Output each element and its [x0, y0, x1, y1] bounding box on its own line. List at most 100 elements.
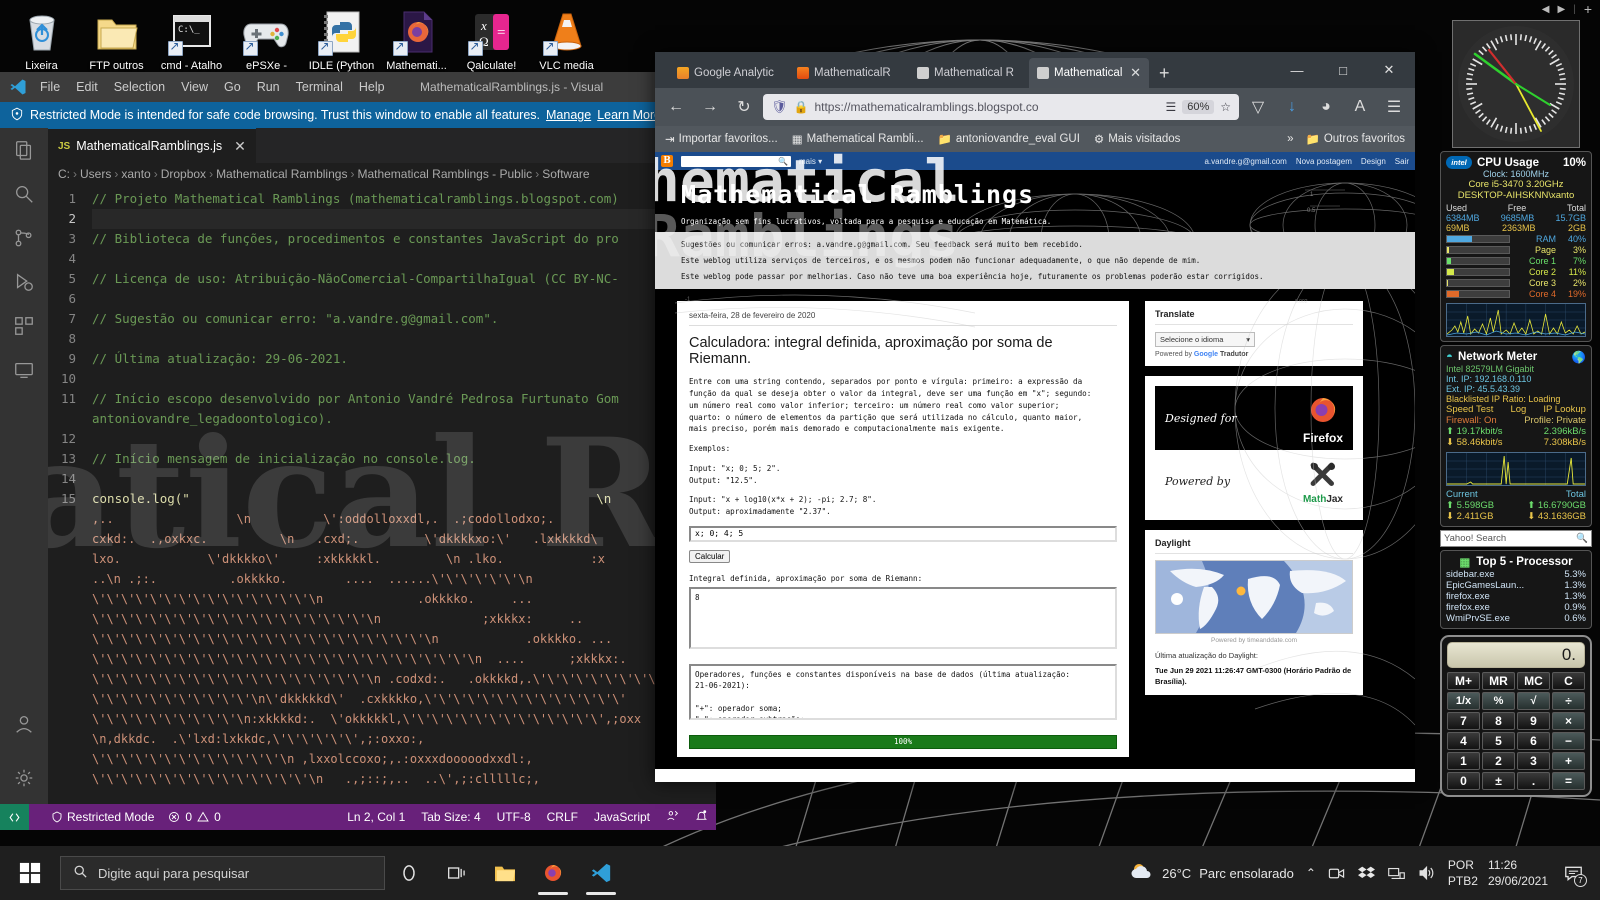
calculator-key-2[interactable]: 2 — [1482, 752, 1515, 770]
address-bar-url[interactable]: https://mathematicalramblings.blogspot.c… — [814, 100, 1159, 114]
file-explorer-icon[interactable] — [481, 849, 529, 897]
status-cursor-position[interactable]: Ln 2, Col 1 — [347, 810, 405, 824]
manage-trust-link[interactable]: Manage — [546, 108, 591, 122]
calculator-key-3[interactable]: 3 — [1517, 752, 1550, 770]
firefox-icon[interactable] — [529, 849, 577, 897]
calculator-key-1[interactable]: 1 — [1447, 752, 1480, 770]
desktop-icon-cmd[interactable]: C:\_ cmd - Atalho — [154, 4, 229, 72]
cpu-usage-gadget[interactable]: intel CPU Usage 10% Clock: 1600MHz Core … — [1440, 151, 1592, 342]
settings-gear-icon[interactable] — [10, 764, 38, 792]
firefox-tab-google-analytics[interactable]: Google Analytic — [669, 58, 789, 88]
calculator-key-[interactable]: − — [1552, 732, 1585, 750]
speed-test-link[interactable]: Speed Test — [1446, 404, 1493, 415]
vscode-window[interactable]: File Edit Selection View Go Run Terminal… — [0, 72, 716, 830]
blogger-account-area[interactable]: a.vandre.g@gmail.com Nova postagem Desig… — [1204, 157, 1409, 166]
code-line[interactable]: 7// Sugestão ou comunicar erro: "a.vandr… — [48, 309, 716, 329]
desktop-icon-recycle-bin[interactable]: Lixeira — [4, 4, 79, 72]
reader-mode-icon[interactable]: ☰ — [1165, 100, 1176, 114]
status-eol[interactable]: CRLF — [547, 810, 578, 824]
blogger-search-input[interactable]: 🔍 — [681, 156, 791, 167]
calculator-key-0[interactable]: 0 — [1447, 772, 1480, 790]
tray-expand-chevron-icon[interactable]: ⌃ — [1306, 866, 1316, 880]
breadcrumb-item[interactable]: Dropbox — [161, 167, 206, 181]
calculator-key-4[interactable]: 4 — [1447, 732, 1480, 750]
calculator-keypad[interactable]: M+MRMCC1/x%√÷789×456−123+0±.= — [1447, 672, 1585, 790]
task-view-icon[interactable] — [433, 849, 481, 897]
calculator-key-6[interactable]: 6 — [1517, 732, 1550, 750]
network-meter-gadget[interactable]: ◓ Network Meter 🌎 Intel 82579LM Gigabit … — [1440, 345, 1592, 527]
vscode-menu-selection[interactable]: Selection — [106, 76, 173, 98]
search-icon[interactable]: 🔍 — [1576, 533, 1588, 544]
gadgets-toolbar[interactable]: ◀ ▶ | + — [1432, 0, 1600, 18]
desktop-icon-idle-python[interactable]: IDLE (Python — [304, 4, 379, 72]
breadcrumb-item[interactable]: Software — [542, 167, 589, 181]
network-links[interactable]: Speed Test Log IP Lookup — [1446, 404, 1586, 415]
blogger-account-email[interactable]: a.vandre.g@gmail.com — [1204, 157, 1286, 166]
ip-lookup-link[interactable]: IP Lookup — [1543, 404, 1586, 415]
calculator-key-5[interactable]: 5 — [1482, 732, 1515, 750]
maximize-button[interactable]: □ — [1321, 56, 1365, 84]
result-textarea[interactable]: 8 — [689, 587, 1117, 649]
vscode-menu-run[interactable]: Run — [249, 76, 288, 98]
blogger-logo-icon[interactable]: B — [661, 155, 673, 167]
taskbar-weather[interactable]: 26°C Parc ensolarado — [1130, 861, 1294, 886]
calculator-key-[interactable]: = — [1552, 772, 1585, 790]
blogger-navbar[interactable]: B 🔍 mais ▾ a.vandre.g@gmail.com Nova pos… — [655, 152, 1415, 170]
network-icon[interactable] — [1388, 864, 1406, 882]
gadget-prev-icon[interactable]: ◀ — [1542, 4, 1550, 15]
gadget-next-icon[interactable]: ▶ — [1558, 4, 1566, 15]
zoom-level[interactable]: 60% — [1182, 100, 1214, 114]
calcular-button[interactable]: Calcular — [689, 550, 730, 563]
bookmark-antoniovandre-eval-gui[interactable]: 📁 antoniovandre_eval GUI — [938, 132, 1080, 146]
code-line[interactable]: 2 — [48, 209, 716, 229]
log-link[interactable]: Log — [1510, 404, 1526, 415]
menu-icon[interactable]: ☰ — [1379, 93, 1409, 121]
calculator-key-[interactable]: √ — [1517, 692, 1550, 710]
feedback-icon[interactable] — [666, 809, 679, 825]
desktop-icon-mathematical[interactable]: Mathemati... — [379, 4, 454, 72]
code-line[interactable]: 1// Projeto Mathematical Ramblings (math… — [48, 189, 716, 209]
status-tab-size[interactable]: Tab Size: 4 — [421, 810, 480, 824]
code-line[interactable]: antoniovandre_legadoontologico). — [48, 409, 716, 429]
vscode-menu-go[interactable]: Go — [216, 76, 249, 98]
search-icon[interactable] — [10, 180, 38, 208]
vscode-menu-terminal[interactable]: Terminal — [288, 76, 351, 98]
breadcrumb-item[interactable]: Mathematical Ramblings — [216, 167, 347, 181]
address-bar[interactable]: 🛡 🔒 https://mathematicalramblings.blogsp… — [763, 94, 1239, 120]
calculator-key-MC[interactable]: MC — [1517, 672, 1550, 690]
code-line[interactable]: 12 — [48, 429, 716, 449]
pocket-icon[interactable]: ▽ — [1243, 93, 1273, 121]
desktop-icon-qalculate[interactable]: x Ω = Qalculate! — [454, 4, 529, 72]
source-control-icon[interactable] — [10, 224, 38, 252]
status-encoding[interactable]: UTF-8 — [497, 810, 531, 824]
bookmark-mathematical-ramblings[interactable]: ▦ Mathematical Rambli... — [792, 132, 924, 146]
vscode-editor[interactable]: JS MathematicalRamblings.js ✕ C:› Users›… — [48, 128, 716, 804]
shield-icon[interactable]: 🛡 — [771, 99, 788, 115]
breadcrumb-item[interactable]: Mathematical Ramblings - Public — [357, 167, 532, 181]
desktop-gadgets-sidebar[interactable]: ◀ ▶ | + intel — [1432, 0, 1600, 900]
breadcrumb[interactable]: C:› Users› xanto› Dropbox› Mathematical … — [48, 163, 716, 185]
blogger-design-link[interactable]: Design — [1361, 157, 1386, 166]
vscode-activity-bar[interactable] — [0, 128, 48, 804]
desktop-icon-epsxe[interactable]: ePSXe - — [229, 4, 304, 72]
firefox-tab-mathematical-r[interactable]: Mathematical R — [909, 58, 1029, 88]
vscode-menu-help[interactable]: Help — [351, 76, 393, 98]
calculator-key-9[interactable]: 9 — [1517, 712, 1550, 730]
padlock-icon[interactable]: 🔒 — [794, 100, 809, 114]
calculator-key-[interactable]: % — [1482, 692, 1515, 710]
vscode-tab-bar[interactable]: JS MathematicalRamblings.js ✕ — [48, 128, 716, 163]
top5-processor-gadget[interactable]: ▦ Top 5 - Processor sidebar.exe5.3%EpicG… — [1440, 550, 1592, 629]
vscode-menu-file[interactable]: File — [32, 76, 68, 98]
dropbox-icon[interactable] — [1358, 864, 1376, 882]
firefox-tab-strip[interactable]: Google Analytic MathematicalR Mathematic… — [655, 52, 1415, 88]
back-arrow-icon[interactable]: ← — [661, 93, 691, 121]
firefox-nav-bar[interactable]: ← → ↻ 🛡 🔒 https://mathematicalramblings.… — [655, 88, 1415, 126]
breadcrumb-item[interactable]: C: — [58, 167, 70, 181]
bookmark-outros-favoritos[interactable]: 📁 Outros favoritos — [1306, 132, 1406, 146]
code-line[interactable]: 15console.log(" \n — [48, 489, 716, 509]
code-line[interactable]: 6 — [48, 289, 716, 309]
firefox-tab-mathematicalr[interactable]: MathematicalR — [789, 58, 909, 88]
firefox-tab-mathematical-active[interactable]: Mathematical ✕ — [1029, 58, 1149, 88]
vscode-menubar[interactable]: File Edit Selection View Go Run Terminal… — [0, 72, 716, 102]
run-debug-icon[interactable] — [10, 268, 38, 296]
